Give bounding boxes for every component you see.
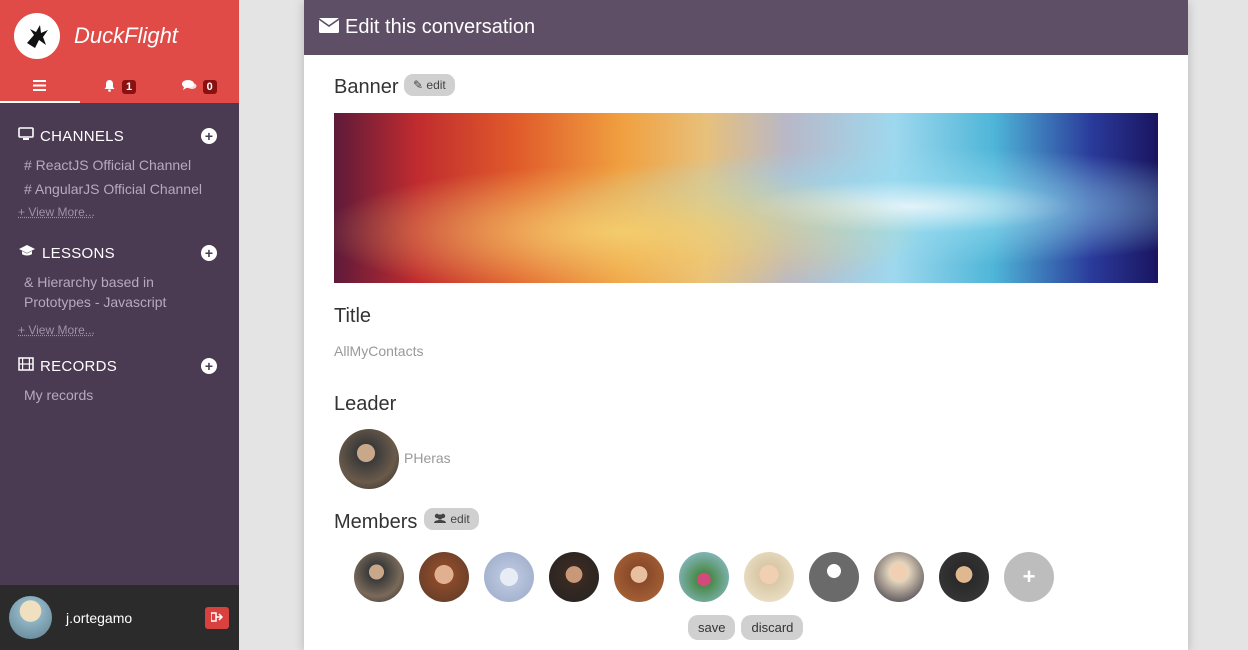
envelope-icon bbox=[318, 16, 340, 39]
title-label: Title bbox=[334, 305, 372, 327]
comments-icon bbox=[181, 79, 197, 94]
member-avatar[interactable] bbox=[874, 552, 924, 602]
add-channel-icon[interactable]: + bbox=[201, 128, 217, 144]
member-avatar[interactable] bbox=[549, 552, 599, 602]
member-avatar[interactable] bbox=[744, 552, 794, 602]
lesson-item[interactable]: & Hierarchy based in Prototypes - Javasc… bbox=[0, 272, 190, 312]
panel-header: Edit this conversation bbox=[304, 0, 1188, 55]
users-icon bbox=[433, 512, 450, 526]
tab-messages[interactable]: 0 bbox=[159, 70, 239, 103]
discard-button[interactable]: discard bbox=[741, 615, 804, 640]
lessons-view-more[interactable]: + View More... bbox=[0, 323, 239, 337]
channels-title: CHANNELS bbox=[40, 127, 125, 145]
monitor-icon bbox=[18, 127, 34, 145]
member-avatar[interactable] bbox=[679, 552, 729, 602]
tab-menu[interactable] bbox=[0, 70, 80, 103]
sign-out-icon bbox=[210, 611, 224, 625]
sidebar: DuckFlight 1 0 CHANNELS + # ReactJS Offi… bbox=[0, 0, 239, 650]
avatar[interactable] bbox=[9, 596, 52, 639]
bell-icon bbox=[103, 79, 116, 95]
leader-name: PHeras bbox=[404, 450, 451, 466]
banner-label: Banner bbox=[334, 76, 399, 98]
member-avatar[interactable] bbox=[939, 552, 989, 602]
user-name[interactable]: j.ortegamo bbox=[66, 610, 132, 626]
notifications-count: 1 bbox=[121, 79, 137, 94]
panel-title: Edit this conversation bbox=[345, 16, 536, 38]
members-label: Members bbox=[334, 511, 418, 533]
channel-item[interactable]: # ReactJS Official Channel bbox=[0, 155, 239, 175]
form-actions: save discard bbox=[688, 615, 804, 640]
lessons-section: LESSONS + & Hierarchy based in Prototype… bbox=[0, 242, 239, 337]
edit-conversation-panel: Edit this conversation Banner ✎ edit Tit… bbox=[304, 0, 1188, 650]
add-record-icon[interactable]: + bbox=[201, 358, 217, 374]
channel-item[interactable]: # AngularJS Official Channel bbox=[0, 179, 239, 199]
film-icon bbox=[18, 357, 34, 375]
records-section: RECORDS + My records bbox=[0, 355, 239, 405]
save-button[interactable]: save bbox=[688, 615, 736, 640]
record-item[interactable]: My records bbox=[0, 385, 239, 405]
channels-section: CHANNELS + # ReactJS Official Channel # … bbox=[0, 125, 239, 219]
tab-notifications[interactable]: 1 bbox=[80, 70, 160, 103]
members-list: + bbox=[354, 552, 1054, 602]
records-title: RECORDS bbox=[40, 357, 118, 375]
member-avatar[interactable] bbox=[809, 552, 859, 602]
leader-label: Leader bbox=[334, 393, 397, 415]
lessons-title: LESSONS bbox=[42, 244, 115, 262]
title-value[interactable]: AllMyContacts bbox=[334, 343, 423, 359]
messages-count: 0 bbox=[202, 79, 217, 94]
member-avatar[interactable] bbox=[614, 552, 664, 602]
edit-banner-label: edit bbox=[426, 78, 446, 92]
brand-header: DuckFlight 1 0 bbox=[0, 0, 239, 103]
channels-view-more[interactable]: + View More... bbox=[0, 205, 239, 219]
pencil-icon: ✎ bbox=[413, 78, 424, 92]
top-tabs: 1 0 bbox=[0, 70, 239, 103]
logout-button[interactable] bbox=[205, 607, 229, 629]
leader-avatar[interactable] bbox=[339, 429, 399, 489]
edit-members-label: edit bbox=[450, 512, 470, 526]
member-avatar[interactable] bbox=[419, 552, 469, 602]
add-member-button[interactable]: + bbox=[1004, 552, 1054, 602]
user-bar: j.ortegamo bbox=[0, 585, 239, 650]
app-name[interactable]: DuckFlight bbox=[74, 23, 178, 49]
menu-icon bbox=[33, 79, 47, 94]
member-avatar[interactable] bbox=[484, 552, 534, 602]
banner-image bbox=[334, 113, 1158, 283]
edit-banner-button[interactable]: ✎ edit bbox=[404, 74, 455, 96]
member-avatar[interactable] bbox=[354, 552, 404, 602]
graduation-cap-icon bbox=[18, 244, 36, 262]
add-lesson-icon[interactable]: + bbox=[201, 245, 217, 261]
edit-members-button[interactable]: edit bbox=[424, 508, 479, 530]
duck-logo-icon[interactable] bbox=[14, 13, 60, 59]
